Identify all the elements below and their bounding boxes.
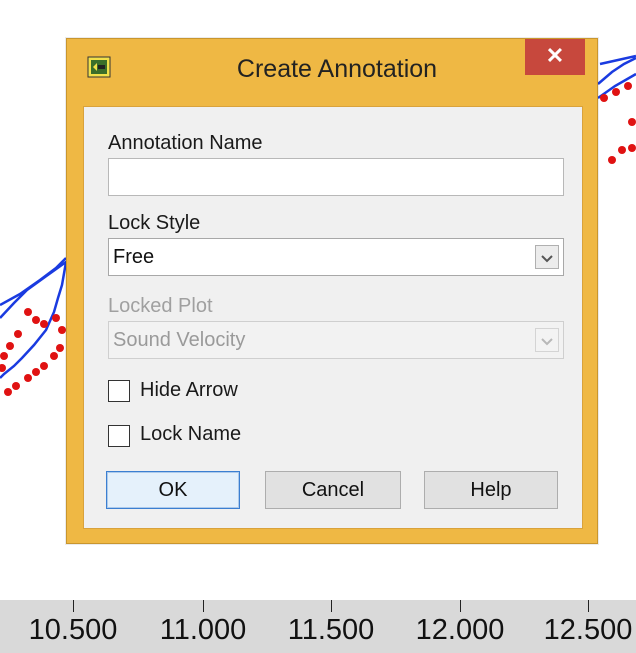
plot-dot (24, 308, 32, 316)
x-tick-label: 11.000 (159, 614, 247, 646)
x-tick-label: 12.000 (415, 614, 505, 646)
close-icon: ✕ (545, 43, 565, 68)
plot-dot (24, 374, 32, 382)
plot-dot (14, 330, 22, 338)
plot-dot (12, 382, 20, 390)
lock-name-checkbox[interactable] (108, 425, 130, 447)
lock-style-label: Lock Style (108, 212, 201, 234)
x-tick-mark (73, 600, 74, 612)
plot-dot (0, 364, 6, 372)
plot-dot (624, 82, 632, 90)
lock-name-label: Lock Name (140, 423, 242, 445)
x-tick-label: 12.500 (543, 614, 633, 646)
locked-plot-dropdown: Sound Velocity (108, 321, 564, 359)
plot-dot (628, 118, 636, 126)
plot-dot (50, 352, 58, 360)
plot-dot (6, 342, 14, 350)
annotation-name-input[interactable] (108, 158, 564, 196)
locked-plot-value: Sound Velocity (113, 329, 246, 351)
plot-dot (52, 314, 60, 322)
x-tick-mark (331, 600, 332, 612)
plot-dot (600, 94, 608, 102)
create-annotation-dialog: Create Annotation ✕ Annotation Name Lock… (66, 38, 598, 544)
close-button[interactable]: ✕ (525, 39, 585, 75)
annotation-name-label: Annotation Name (108, 132, 263, 154)
x-tick-mark (588, 600, 589, 612)
plot-dot (40, 320, 48, 328)
plot-dot (32, 368, 40, 376)
plot-dot (58, 326, 66, 334)
dialog-titlebar[interactable]: Create Annotation ✕ (67, 39, 597, 105)
plot-dot (618, 146, 626, 154)
x-tick-label: 10.500 (28, 614, 118, 646)
lock-style-dropdown[interactable]: Free (108, 238, 564, 276)
x-tick-label: 11.500 (287, 614, 375, 646)
chevron-down-icon[interactable] (535, 245, 559, 269)
ok-button[interactable]: OK (106, 471, 240, 509)
x-tick-mark (460, 600, 461, 612)
plot-dot (628, 144, 636, 152)
hide-arrow-checkbox[interactable] (108, 380, 130, 402)
x-tick-mark (203, 600, 204, 612)
dialog-body: Annotation Name Lock Style Free Locked P… (83, 106, 583, 529)
chevron-down-icon (535, 328, 559, 352)
plot-dot (40, 362, 48, 370)
hide-arrow-label: Hide Arrow (140, 379, 238, 401)
plot-dot (612, 88, 620, 96)
plot-dot (56, 344, 64, 352)
plot-dot (608, 156, 616, 164)
locked-plot-label: Locked Plot (108, 295, 213, 317)
plot-dot (0, 352, 8, 360)
help-button[interactable]: Help (424, 471, 558, 509)
dialog-title: Create Annotation (236, 55, 438, 83)
plot-line-left-2 (0, 257, 67, 307)
plot-dot (4, 388, 12, 396)
lock-style-value: Free (113, 246, 155, 268)
cancel-button[interactable]: Cancel (265, 471, 401, 509)
plot-dot (32, 316, 40, 324)
